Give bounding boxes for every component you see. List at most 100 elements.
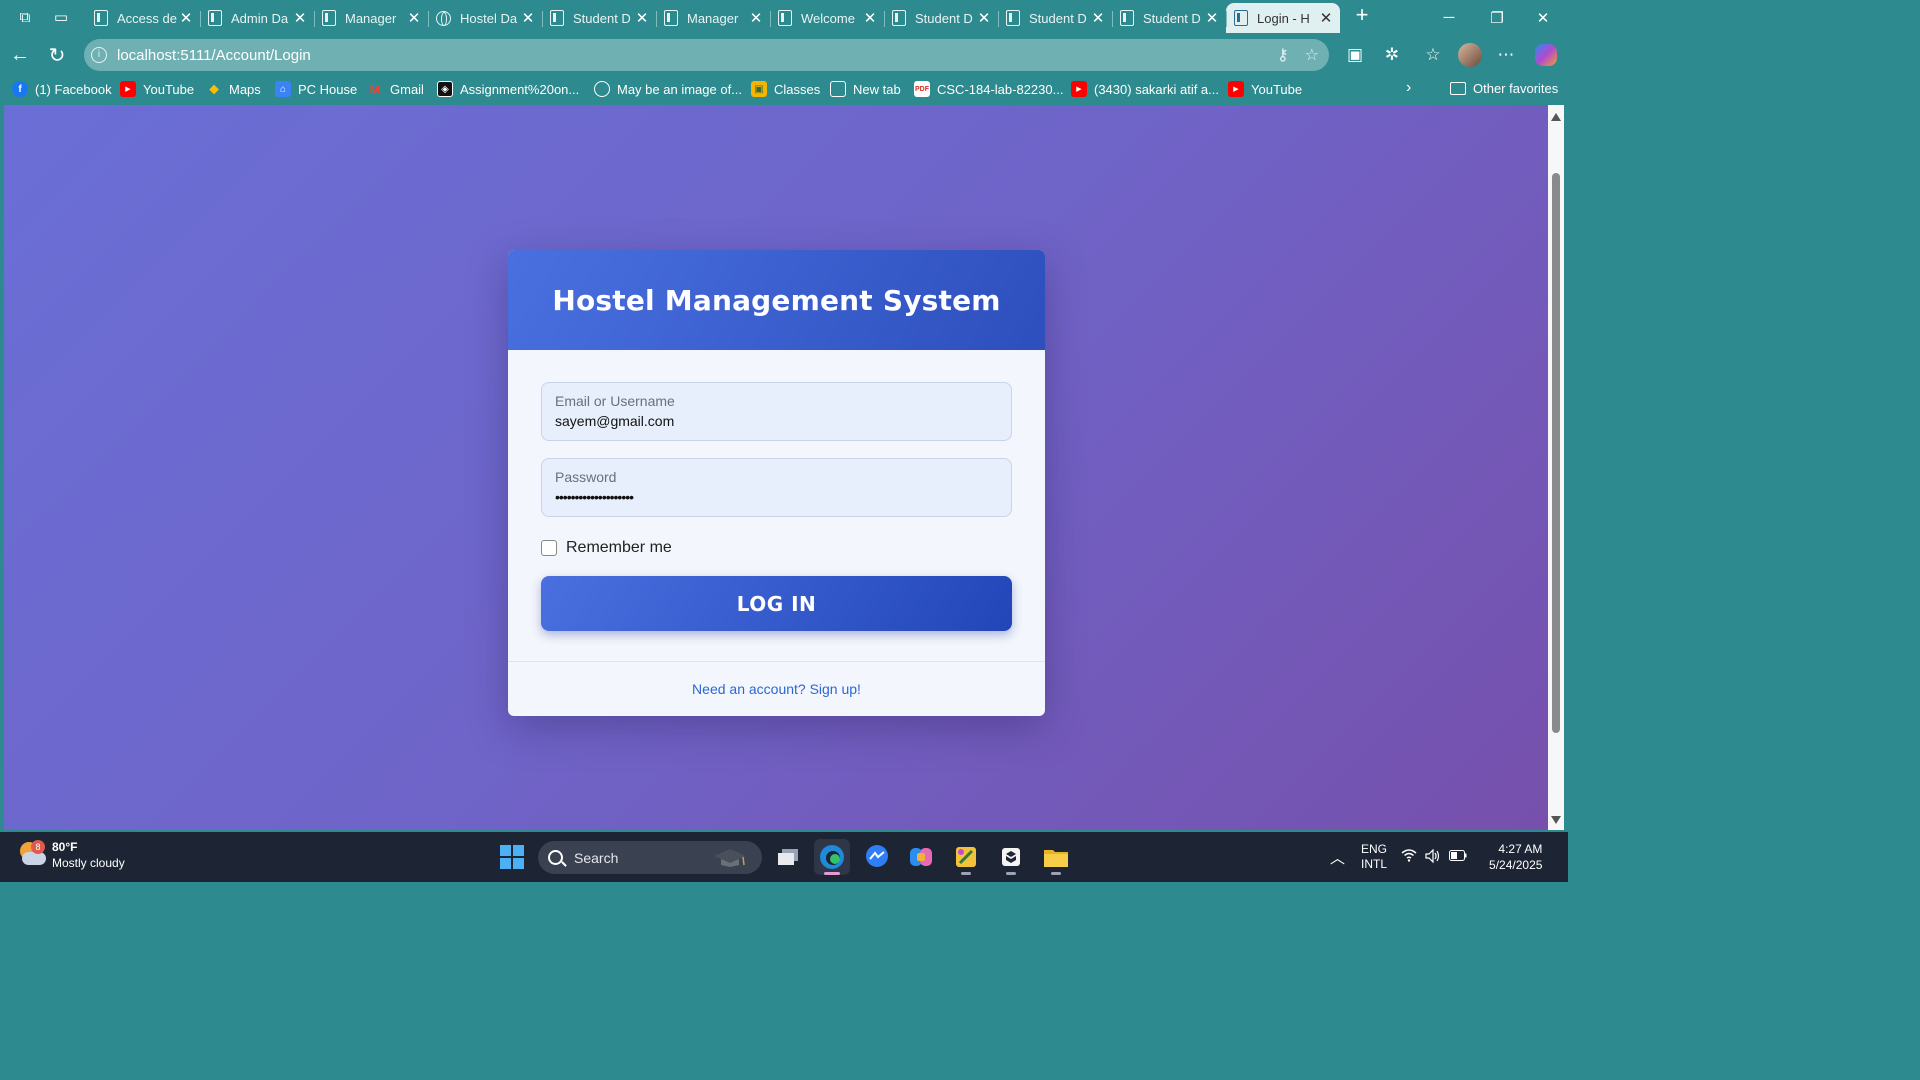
language-top: ENG xyxy=(1361,842,1388,856)
close-tab-icon[interactable]: ✕ xyxy=(1204,9,1220,27)
minimize-icon[interactable]: ─ xyxy=(1426,0,1472,35)
favorite-star-icon[interactable]: ☆ xyxy=(1305,45,1319,65)
tab-title: Manager xyxy=(687,10,739,26)
wifi-icon[interactable] xyxy=(1401,849,1417,865)
close-tab-icon[interactable]: ✕ xyxy=(292,9,308,27)
task-view-button[interactable] xyxy=(770,839,806,875)
favorite-label: Maps xyxy=(229,81,261,97)
page-icon xyxy=(892,10,906,26)
new-tab-button[interactable]: + xyxy=(1350,4,1374,28)
show-hidden-icons-chevron-icon[interactable]: ︿ xyxy=(1330,847,1345,868)
vertical-tabs-icon[interactable]: ▭ xyxy=(47,3,75,31)
avatar xyxy=(1458,43,1482,67)
close-tab-icon[interactable]: ✕ xyxy=(976,9,992,27)
close-tab-icon[interactable]: ✕ xyxy=(406,9,422,27)
password-field[interactable]: Password xyxy=(541,458,1012,517)
messenger-icon xyxy=(866,845,888,867)
scroll-up-icon[interactable] xyxy=(1551,113,1561,121)
back-icon[interactable]: ← xyxy=(6,41,34,69)
close-window-icon[interactable]: ✕ xyxy=(1520,0,1566,35)
favorite-image[interactable]: May be an image of... xyxy=(594,81,742,97)
tab-0[interactable]: Access de ✕ xyxy=(86,3,200,33)
url-text[interactable]: localhost:5111/Account/Login xyxy=(117,47,311,64)
favorite-assignment[interactable]: ◈ Assignment%20on... xyxy=(437,81,579,97)
remember-me-checkbox[interactable] xyxy=(541,540,557,556)
tab-3[interactable]: Hostel Da ✕ xyxy=(428,3,542,33)
close-tab-icon[interactable]: ✕ xyxy=(1090,9,1106,27)
taskbar-app-box[interactable] xyxy=(993,839,1029,875)
favorite-csc-pdf[interactable]: PDF CSC-184-lab-82230... xyxy=(914,81,1063,97)
extensions-icon[interactable]: ✲ xyxy=(1378,41,1406,69)
taskbar-copilot[interactable] xyxy=(903,839,939,875)
tab-9[interactable]: Student D ✕ xyxy=(1112,3,1226,33)
remember-me[interactable]: Remember me xyxy=(541,534,1012,562)
tab-5[interactable]: Manager ✕ xyxy=(656,3,770,33)
volume-icon[interactable] xyxy=(1425,848,1441,866)
favorite-new-tab[interactable]: New tab xyxy=(830,81,901,97)
scroll-down-icon[interactable] xyxy=(1551,816,1561,824)
close-tab-icon[interactable]: ✕ xyxy=(520,9,536,27)
page-icon xyxy=(322,10,336,26)
split-screen-icon[interactable]: ▣ xyxy=(1341,41,1369,69)
tab-8[interactable]: Student D ✕ xyxy=(998,3,1112,33)
profile-avatar[interactable] xyxy=(1456,41,1484,69)
other-favorites[interactable]: Other favorites xyxy=(1450,81,1558,96)
address-bar[interactable]: i localhost:5111/Account/Login ⚷ ☆ xyxy=(84,39,1329,71)
remember-me-label[interactable]: Remember me xyxy=(566,539,672,557)
clock[interactable]: 4:27 AM 5/24/2025 xyxy=(1489,841,1542,873)
email-field[interactable]: Email or Username xyxy=(541,382,1012,441)
favorite-pc-house[interactable]: ⌂ PC House xyxy=(275,81,357,97)
close-tab-icon[interactable]: ✕ xyxy=(178,9,194,27)
close-tab-icon[interactable]: ✕ xyxy=(1318,9,1334,27)
more-options-icon[interactable]: ⋯ xyxy=(1492,41,1520,69)
tab-title: Admin Da xyxy=(231,10,289,26)
favorites-list-icon[interactable]: ☆ xyxy=(1419,41,1447,69)
tab-6[interactable]: Welcome ✕ xyxy=(770,3,884,33)
workspaces-icon[interactable]: ⧉ xyxy=(11,3,39,31)
page-scrollbar[interactable] xyxy=(1548,105,1564,830)
email-input[interactable] xyxy=(555,413,995,429)
tab-1[interactable]: Admin Da ✕ xyxy=(200,3,314,33)
restore-icon[interactable]: ❐ xyxy=(1474,0,1520,35)
battery-icon[interactable] xyxy=(1449,850,1467,864)
favorite-youtube-2[interactable]: ▶ YouTube xyxy=(1228,81,1302,97)
close-tab-icon[interactable]: ✕ xyxy=(862,9,878,27)
page-icon xyxy=(208,10,222,26)
login-button[interactable]: LOG IN xyxy=(541,576,1012,631)
favorite-facebook[interactable]: f (1) Facebook xyxy=(12,81,112,97)
refresh-icon[interactable]: ↻ xyxy=(43,41,71,69)
taskbar-search[interactable]: Search xyxy=(538,841,762,874)
tab-title: Student D xyxy=(915,10,973,26)
favorite-maps[interactable]: ⬥ Maps xyxy=(206,81,261,97)
scrollbar-thumb[interactable] xyxy=(1552,173,1560,733)
favorite-label: Assignment%20on... xyxy=(460,81,580,97)
favorite-sakarki[interactable]: ▶ (3430) sakarki atif a... xyxy=(1071,81,1219,97)
weather-widget[interactable]: 8 80°F Mostly cloudy xyxy=(18,839,125,871)
favorites-overflow-chevron-icon[interactable]: › xyxy=(1406,79,1411,97)
page-viewport: Hostel Management System Email or Userna… xyxy=(4,105,1548,830)
favorite-classes[interactable]: ▣ Classes xyxy=(751,81,820,97)
favorite-youtube[interactable]: ▶ YouTube xyxy=(120,81,194,97)
taskbar-file-explorer[interactable] xyxy=(1038,839,1074,875)
password-label: Password xyxy=(555,469,617,485)
tab-4[interactable]: Student D ✕ xyxy=(542,3,656,33)
favorite-gmail[interactable]: M Gmail xyxy=(367,81,424,97)
start-button[interactable] xyxy=(494,839,530,875)
close-tab-icon[interactable]: ✕ xyxy=(634,9,650,27)
email-label: Email or Username xyxy=(555,393,675,409)
page-icon xyxy=(1120,10,1134,26)
signup-link[interactable]: Need an account? Sign up! xyxy=(692,681,861,697)
taskbar-messenger[interactable] xyxy=(859,839,895,875)
language-indicator[interactable]: ENG INTL xyxy=(1361,842,1387,872)
key-icon[interactable]: ⚷ xyxy=(1277,45,1289,65)
tab-2[interactable]: Manager ✕ xyxy=(314,3,428,33)
taskbar-edge[interactable] xyxy=(814,839,850,875)
site-info-icon[interactable]: i xyxy=(91,47,107,63)
close-tab-icon[interactable]: ✕ xyxy=(748,9,764,27)
password-input[interactable] xyxy=(555,489,995,505)
favorite-label: CSC-184-lab-82230... xyxy=(937,81,1064,97)
copilot-icon[interactable] xyxy=(1532,41,1560,69)
taskbar-snipping-tool[interactable] xyxy=(948,839,984,875)
tab-10-active[interactable]: Login - H ✕ xyxy=(1226,3,1340,33)
tab-7[interactable]: Student D ✕ xyxy=(884,3,998,33)
